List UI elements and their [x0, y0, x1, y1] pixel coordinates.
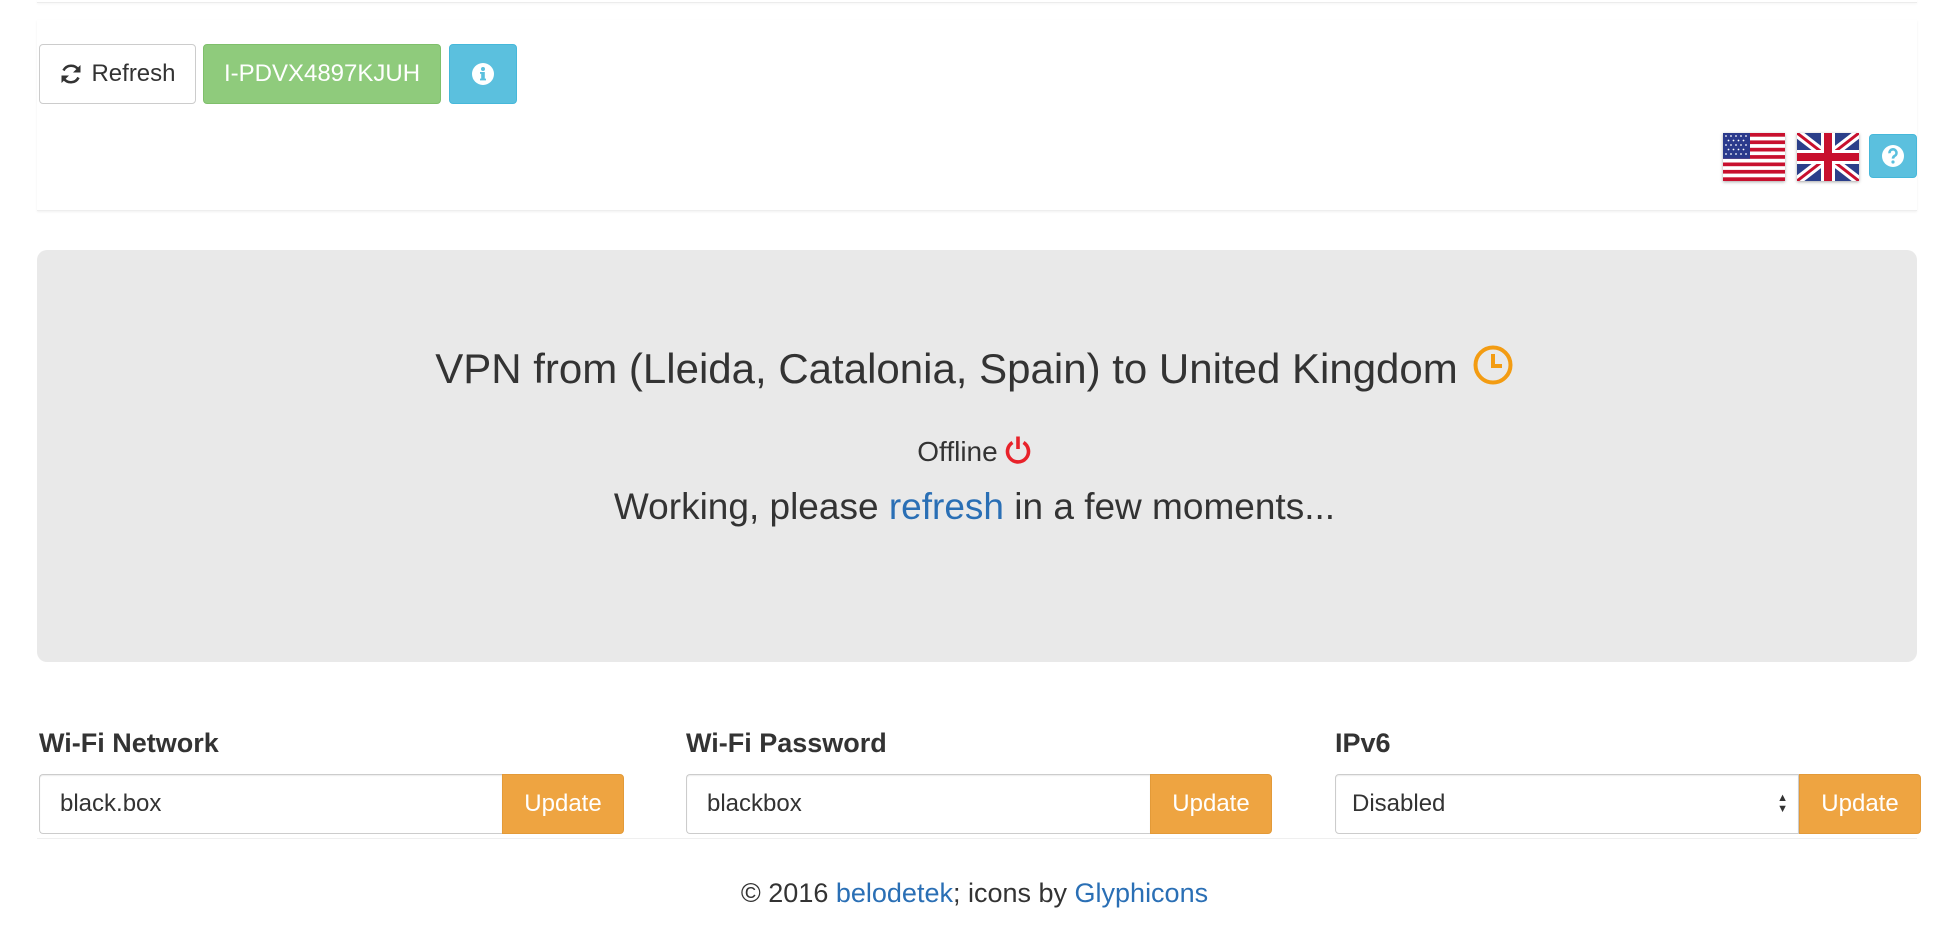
clock-icon	[1473, 345, 1513, 385]
info-icon	[472, 63, 494, 85]
wifi-password-input[interactable]: blackbox	[686, 774, 1150, 834]
power-off-icon	[1005, 436, 1030, 464]
working-message-suffix: in a few moments...	[1003, 486, 1336, 527]
wifi-password-update-button[interactable]: Update	[1150, 774, 1272, 834]
refresh-button-label: Refresh	[91, 60, 176, 87]
glyphicons-link[interactable]: Glyphicons	[1075, 878, 1209, 908]
us-flag-icon[interactable]	[1723, 133, 1785, 181]
device-id-label: I-PDVX4897KJUH	[223, 60, 421, 87]
working-message-prefix: Working, please	[613, 486, 889, 527]
ipv6-update-button[interactable]: Update	[1799, 774, 1921, 834]
device-id-button[interactable]: I-PDVX4897KJUH	[203, 44, 441, 104]
help-button[interactable]	[1869, 134, 1917, 178]
ipv6-group: Disabled ▲ ▼ Update	[1335, 774, 1921, 834]
footer-middle-text: ; icons by	[952, 878, 1075, 908]
footer-copyright: © 2016	[740, 878, 836, 908]
select-arrows-icon: ▲ ▼	[1777, 792, 1788, 815]
ipv6-select[interactable]: Disabled ▲ ▼	[1335, 774, 1799, 834]
connection-status: Offline	[0, 436, 1949, 468]
refresh-icon	[61, 64, 81, 84]
wifi-password-label: Wi-Fi Password	[686, 728, 887, 758]
refresh-link[interactable]: refresh	[889, 486, 1004, 527]
author-link[interactable]: belodetek	[836, 878, 953, 908]
wifi-network-label: Wi-Fi Network	[39, 728, 219, 758]
ipv6-label: IPv6	[1335, 728, 1391, 758]
wifi-network-update-button[interactable]: Update	[502, 774, 624, 834]
wifi-password-group: blackbox Update	[686, 774, 1272, 834]
wifi-network-input[interactable]: black.box	[39, 774, 502, 834]
uk-flag-icon[interactable]	[1797, 133, 1859, 181]
vpn-title-text: VPN from (Lleida, Catalonia, Spain) to U…	[435, 345, 1458, 392]
form-divider	[37, 836, 1917, 839]
info-button[interactable]	[449, 44, 517, 104]
question-icon	[1882, 145, 1904, 167]
footer: © 2016 belodetek; icons by Glyphicons	[0, 878, 1949, 909]
vpn-title: VPN from (Lleida, Catalonia, Spain) to U…	[0, 345, 1949, 393]
top-divider	[37, 0, 1917, 3]
working-message: Working, please refresh in a few moments…	[0, 486, 1949, 528]
refresh-button[interactable]: Refresh	[39, 44, 196, 104]
status-text: Offline	[917, 436, 998, 467]
ipv6-selected-value: Disabled	[1352, 790, 1446, 817]
wifi-network-group: black.box Update	[39, 774, 624, 834]
